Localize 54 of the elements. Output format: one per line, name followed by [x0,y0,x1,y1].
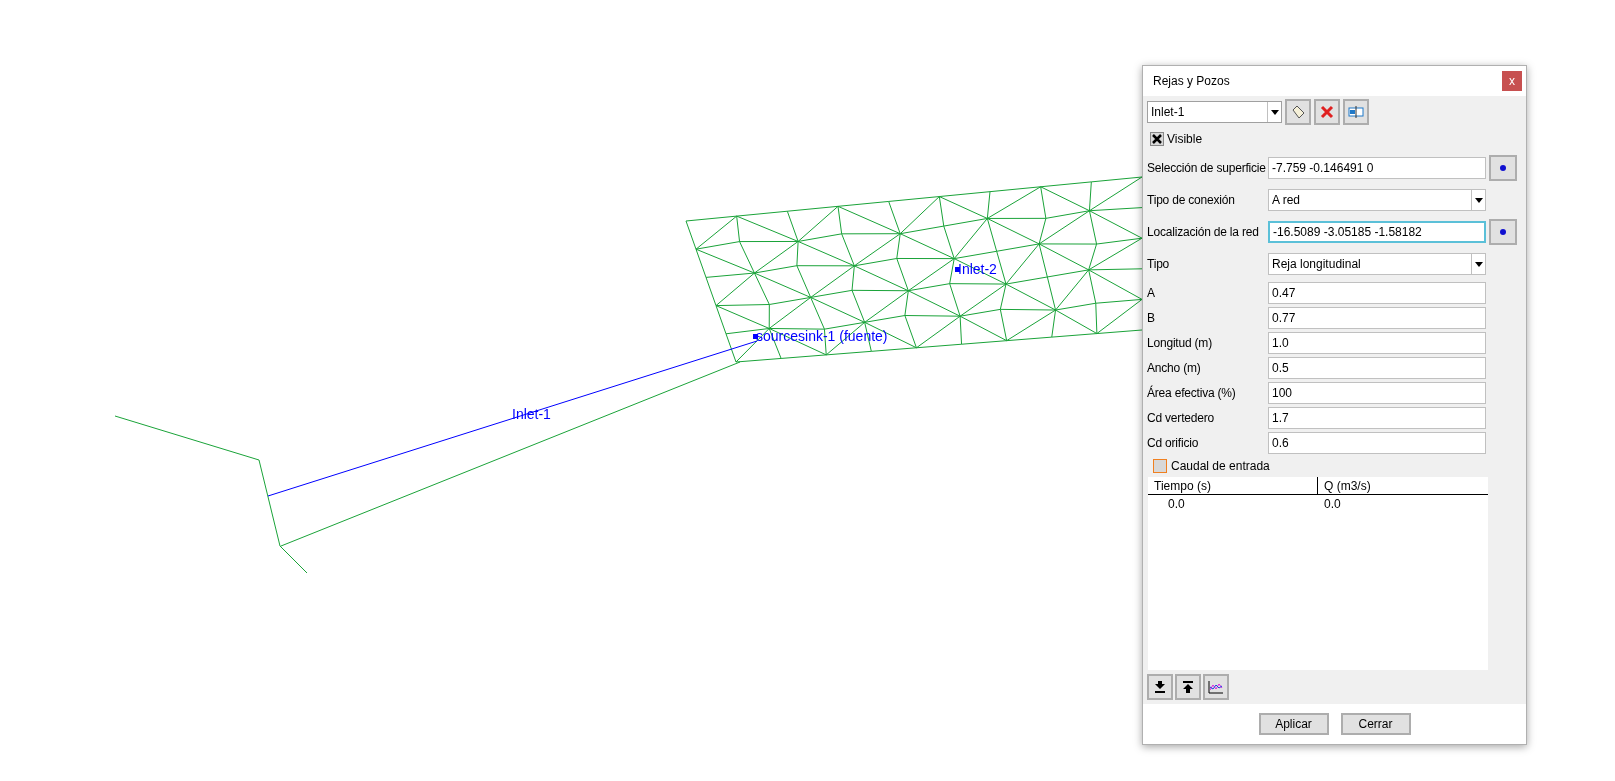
dot-icon [1500,165,1506,171]
pick-button[interactable] [1489,155,1517,181]
checkbox-label: Caudal de entrada [1171,458,1270,475]
add-button[interactable] [1285,99,1311,125]
chart-button[interactable] [1203,674,1229,700]
import-button[interactable] [1147,674,1173,700]
dropdown-field[interactable]: A red [1268,189,1486,211]
close-button[interactable]: x [1502,71,1522,91]
dropdown-field[interactable]: Reja longitudinal [1268,253,1486,275]
input-field[interactable]: 0.77 [1268,306,1486,329]
pick-button[interactable] [1489,219,1517,245]
column-header: Q (m3/s) [1323,477,1372,494]
checkbox-label: Visible [1167,131,1203,148]
dot-icon [1500,229,1506,235]
dialog-button[interactable]: Cerrar [1340,713,1411,735]
input-field[interactable]: 0.5 [1268,356,1486,379]
window-title: Rejas y Pozos [1153,73,1230,90]
input-field[interactable]: 0.47 [1268,281,1486,304]
dropdown-arrow-icon [1474,261,1483,267]
field-label: Área efectiva (%) [1147,384,1237,402]
field-label: A [1147,284,1156,302]
dropdown-arrow-icon [1270,109,1279,115]
upload-icon [1182,681,1194,693]
field-label: Cd vertedero [1147,409,1215,427]
field-label: Selección de superficie [1147,160,1267,177]
field-label: Tipo [1147,256,1171,273]
field-label: Longitud (m) [1147,334,1213,352]
input-field[interactable]: 1.7 [1268,406,1486,429]
chart-icon [1208,680,1224,694]
inflow-checkbox[interactable] [1153,459,1167,473]
dropdown-arrow-icon [1474,197,1483,203]
tag-icon [1291,105,1305,119]
split-window-icon [1348,105,1364,119]
delete-button[interactable] [1314,99,1340,125]
window-button[interactable] [1343,99,1369,125]
item-dropdown[interactable]: Inlet-1 [1147,101,1282,123]
field-label: Localización de la red [1147,224,1260,241]
delete-icon [1320,105,1334,119]
export-button[interactable] [1175,674,1201,700]
input-field[interactable]: -7.759 -0.146491 0 [1268,157,1486,179]
field-label: Ancho (m) [1147,359,1202,377]
table-cell-text: 0.0 [1323,496,1342,513]
input-field[interactable]: -16.5089 -3.05185 -1.58182 [1268,221,1486,243]
table-cell-text: 0.0 [1167,496,1186,513]
field-label: Tipo de conexión [1147,192,1236,209]
visible-checkbox[interactable] [1150,132,1164,146]
input-field[interactable]: 0.6 [1268,431,1486,454]
field-label: B [1147,309,1156,327]
dialog-button[interactable]: Aplicar [1258,713,1329,735]
field-label: Cd orificio [1147,434,1200,452]
input-field[interactable]: 1.0 [1268,331,1486,354]
input-field[interactable]: 100 [1268,381,1486,404]
column-header: Tiempo (s) [1148,477,1318,494]
download-icon [1154,681,1166,693]
